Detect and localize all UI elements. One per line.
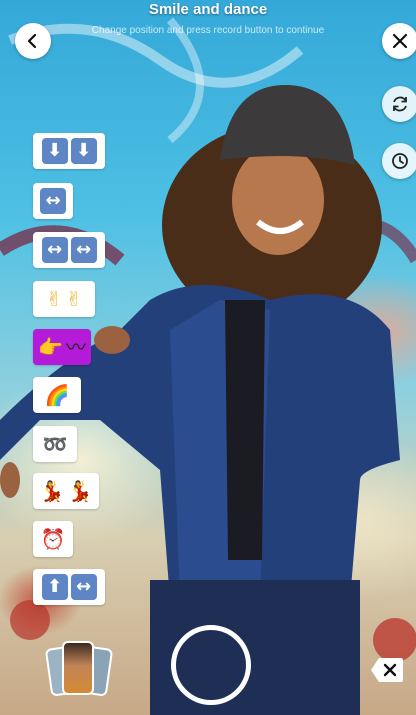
clip-thumbnail-current bbox=[62, 641, 94, 695]
effect-loop[interactable]: ➿ bbox=[33, 426, 77, 462]
record-button[interactable] bbox=[171, 625, 251, 705]
rainbow-icon: 🌈 bbox=[44, 383, 70, 407]
dancer-icon: 💃 bbox=[39, 479, 65, 503]
close-button[interactable] bbox=[382, 23, 416, 59]
close-icon bbox=[392, 33, 408, 49]
left-right-arrow-icon: ↔ bbox=[40, 188, 66, 214]
loop-icon: ➿ bbox=[42, 432, 68, 456]
page-title: Smile and dance bbox=[148, 1, 268, 18]
left-right-arrow-icon: ↔ bbox=[41, 237, 68, 263]
effect-dancers[interactable]: 💃 💃 bbox=[33, 473, 99, 509]
victory-hand-icon: ✌ bbox=[65, 287, 83, 311]
back-button[interactable] bbox=[15, 23, 51, 59]
dancer-icon: 💃 bbox=[67, 479, 93, 503]
alarm-clock-icon: ⏰ bbox=[40, 527, 66, 551]
pointing-hand-icon: 👉 bbox=[38, 335, 63, 359]
timer-button[interactable] bbox=[382, 143, 416, 179]
effect-down-down[interactable]: ⬇ ⬇ bbox=[33, 133, 105, 169]
down-arrow-icon: ⬇ bbox=[70, 138, 97, 164]
left-right-arrow-icon: ↔ bbox=[70, 574, 97, 600]
delete-clip-button[interactable] bbox=[370, 656, 404, 684]
effect-rainbow[interactable]: 🌈 bbox=[33, 377, 81, 413]
flip-camera-button[interactable] bbox=[382, 86, 416, 122]
flip-camera-icon bbox=[393, 96, 407, 112]
up-arrow-icon: ⬆ bbox=[41, 574, 68, 600]
instruction-text: Change position and press record button … bbox=[91, 25, 325, 36]
effect-up-left-right[interactable]: ⬆ ↔ bbox=[33, 569, 105, 605]
effect-alarm-clock[interactable]: ⏰ bbox=[33, 521, 73, 557]
effect-left-right-double[interactable]: ↔ ↔ bbox=[33, 232, 105, 268]
header: Smile and dance Change position and pres… bbox=[0, 0, 416, 40]
backspace-icon bbox=[371, 658, 403, 682]
clip-thumbnails[interactable] bbox=[44, 641, 114, 697]
effect-victory-hands[interactable]: ✌ ✌ bbox=[33, 281, 95, 317]
victory-hand-icon: ✌ bbox=[45, 287, 63, 311]
chevron-left-icon bbox=[27, 33, 37, 49]
effect-left-right[interactable]: ↔ bbox=[33, 183, 73, 219]
timer-icon bbox=[392, 153, 408, 169]
left-right-arrow-icon: ↔ bbox=[70, 237, 97, 263]
down-arrow-icon: ⬇ bbox=[41, 138, 68, 164]
wavy-line-icon: 〰 bbox=[65, 335, 86, 359]
effect-point-right[interactable]: 👉 〰 bbox=[33, 329, 91, 365]
